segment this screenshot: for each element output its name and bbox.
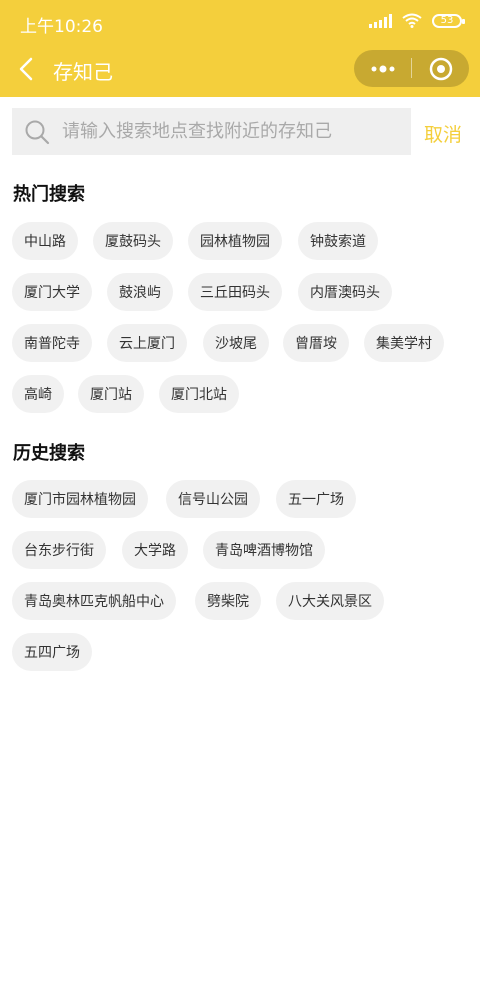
history-tag[interactable]: 台东步行街 (12, 531, 106, 569)
hot-tag[interactable]: 南普陀寺 (12, 324, 92, 362)
signal-icon (369, 13, 392, 28)
history-tag[interactable]: 五四广场 (12, 633, 92, 671)
status-bar: 上午10:26 53 (0, 0, 480, 44)
hot-search-title: 热门搜索 (13, 184, 85, 205)
search-box[interactable] (12, 108, 411, 155)
history-tag[interactable]: 五一广场 (276, 480, 356, 518)
mini-program-capsule (354, 50, 469, 87)
history-tag[interactable]: 大学路 (122, 531, 188, 569)
history-search-title: 历史搜索 (13, 443, 85, 464)
search-row: 取消 (0, 108, 480, 156)
back-arrow-icon[interactable] (14, 56, 40, 82)
more-menu-button[interactable] (354, 50, 411, 87)
nav-bar: 存知己 (0, 44, 480, 97)
hot-tag[interactable]: 曾厝垵 (283, 324, 349, 362)
hot-tag[interactable]: 厦门站 (78, 375, 144, 413)
hot-tag[interactable]: 中山路 (12, 222, 78, 260)
status-icons: 53 (369, 13, 465, 28)
wifi-icon (402, 13, 422, 28)
search-icon (25, 120, 50, 144)
history-tag[interactable]: 厦门市园林植物园 (12, 480, 148, 518)
hot-tag[interactable]: 厦门北站 (159, 375, 239, 413)
battery-level: 53 (440, 15, 454, 26)
history-tag[interactable]: 信号山公园 (166, 480, 260, 518)
status-time: 上午10:26 (20, 17, 103, 37)
hot-tag[interactable]: 集美学村 (364, 324, 444, 362)
hot-tag[interactable]: 钟鼓索道 (298, 222, 378, 260)
hot-tag[interactable]: 三丘田码头 (188, 273, 282, 311)
history-tag[interactable]: 劈柴院 (195, 582, 261, 620)
battery-icon: 53 (432, 13, 465, 28)
hot-tag[interactable]: 沙坡尾 (203, 324, 269, 362)
hot-tag[interactable]: 云上厦门 (107, 324, 187, 362)
hot-tag[interactable]: 厦鼓码头 (93, 222, 173, 260)
page-title: 存知己 (53, 60, 113, 84)
history-tag[interactable]: 八大关风景区 (276, 582, 384, 620)
cancel-button[interactable]: 取消 (424, 120, 462, 147)
hot-tag[interactable]: 高崎 (12, 375, 64, 413)
more-dots-icon (371, 65, 394, 72)
hot-tag[interactable]: 鼓浪屿 (107, 273, 173, 311)
hot-tag[interactable]: 厦门大学 (12, 273, 92, 311)
top-bar: 上午10:26 53 存知己 (0, 0, 480, 97)
hot-tag[interactable]: 内厝澳码头 (298, 273, 392, 311)
history-tag[interactable]: 青岛啤酒博物馆 (203, 531, 325, 569)
close-mini-program-button[interactable] (412, 50, 469, 87)
target-circle-icon (429, 57, 452, 80)
search-input[interactable] (62, 121, 392, 142)
hot-tag[interactable]: 园林植物园 (188, 222, 282, 260)
history-tag[interactable]: 青岛奥林匹克帆船中心 (12, 582, 176, 620)
